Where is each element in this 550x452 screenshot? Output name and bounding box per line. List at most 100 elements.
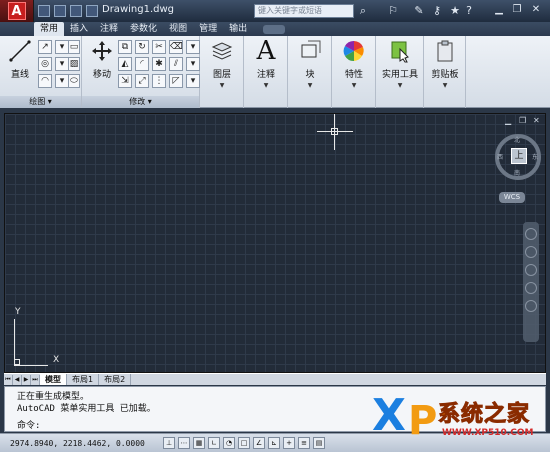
explode-icon[interactable]: ✱ bbox=[152, 57, 166, 71]
modify-more-icon[interactable]: ▾ bbox=[186, 40, 200, 54]
tab-manage[interactable]: 管理 bbox=[193, 22, 223, 36]
circle-icon[interactable]: ◎ bbox=[38, 57, 52, 71]
block-dropdown-icon[interactable]: ▼ bbox=[290, 82, 330, 89]
tab-layout2[interactable]: 布局2 bbox=[99, 374, 132, 385]
open-file-icon[interactable] bbox=[54, 5, 66, 17]
steering-wheel-icon[interactable] bbox=[525, 228, 537, 240]
trim-icon[interactable]: ✂ bbox=[152, 40, 166, 54]
binoculars-icon[interactable]: ⌕ bbox=[356, 4, 370, 18]
arc-icon[interactable]: ◠ bbox=[38, 74, 52, 88]
help-icon[interactable]: ? bbox=[462, 4, 476, 18]
block-button[interactable]: 块 ▼ bbox=[290, 38, 330, 89]
offset-icon[interactable]: ⫽ bbox=[169, 57, 183, 71]
infer-constraints-icon[interactable]: ⊥ bbox=[163, 437, 175, 449]
stretch-icon[interactable]: ⇲ bbox=[118, 74, 132, 88]
annotation-button[interactable]: A 注释 ▼ bbox=[246, 36, 286, 89]
restore-button[interactable]: ❐ bbox=[510, 3, 524, 17]
drawing-canvas[interactable]: ▁ ❐ ✕ 上 北 南 东 西 WCS Y X bbox=[4, 113, 546, 373]
search-input[interactable]: 键入关键字或短语 bbox=[254, 4, 354, 18]
compass-north[interactable]: 北 bbox=[514, 135, 520, 144]
utilities-button[interactable]: 实用工具 ▼ bbox=[380, 38, 420, 89]
object-snap-tracking-icon[interactable]: ∠ bbox=[253, 437, 265, 449]
tab-parametric[interactable]: 参数化 bbox=[124, 22, 163, 36]
copy-icon[interactable]: ⧉ bbox=[118, 40, 132, 54]
object-snap-icon[interactable]: □ bbox=[238, 437, 250, 449]
zoom-icon[interactable] bbox=[525, 264, 537, 276]
ellipse-icon[interactable]: ⬭ bbox=[68, 74, 80, 88]
viewcube[interactable]: 上 北 南 东 西 bbox=[495, 134, 541, 180]
save-icon[interactable] bbox=[70, 5, 82, 17]
quick-properties-icon[interactable]: ▤ bbox=[313, 437, 325, 449]
arc-dropdown-icon[interactable]: ▾ bbox=[55, 74, 69, 88]
polyline-icon[interactable]: ↗ bbox=[38, 40, 52, 54]
tab-output[interactable]: 输出 bbox=[223, 22, 253, 36]
wcs-menu[interactable]: WCS bbox=[499, 192, 525, 203]
orbit-icon[interactable] bbox=[525, 282, 537, 294]
favorites-star-icon[interactable]: ★ bbox=[448, 4, 462, 18]
layers-dropdown-icon[interactable]: ▼ bbox=[202, 82, 242, 89]
chamfer-icon[interactable]: ◸ bbox=[169, 74, 183, 88]
tab-insert[interactable]: 插入 bbox=[64, 22, 94, 36]
minimize-button[interactable]: ▁ bbox=[492, 3, 506, 17]
utilities-dropdown-icon[interactable]: ▼ bbox=[380, 82, 420, 89]
array-icon[interactable]: ⋮ bbox=[152, 74, 166, 88]
key-icon[interactable]: ⚷ bbox=[430, 4, 444, 18]
modify-panel-title[interactable]: 修改 ▾ bbox=[82, 96, 199, 108]
tab-annotate[interactable]: 注释 bbox=[94, 22, 124, 36]
fillet-icon[interactable]: ◜ bbox=[135, 57, 149, 71]
polyline-dropdown-icon[interactable]: ▾ bbox=[55, 40, 69, 54]
line-button[interactable]: 直线 bbox=[0, 38, 40, 80]
last-layout-arrow-icon[interactable]: ⏭ bbox=[31, 374, 40, 385]
rotate-icon[interactable]: ↻ bbox=[135, 40, 149, 54]
clipboard-dropdown-icon[interactable]: ▼ bbox=[425, 82, 465, 89]
next-layout-arrow-icon[interactable]: ▶ bbox=[22, 374, 31, 385]
move-button[interactable]: 移动 bbox=[82, 38, 122, 80]
dynamic-ucs-icon[interactable]: ⊾ bbox=[268, 437, 280, 449]
dynamic-input-icon[interactable]: + bbox=[283, 437, 295, 449]
coordinate-readout[interactable]: 2974.8940, 2218.4462, 0.0000 bbox=[0, 439, 160, 448]
ribbon-minimize-toggle[interactable] bbox=[263, 25, 286, 34]
viewport-close-icon[interactable]: ✕ bbox=[533, 116, 540, 125]
scale-icon[interactable]: ⤢ bbox=[135, 74, 149, 88]
showmotion-icon[interactable] bbox=[525, 300, 537, 312]
offset-dropdown-icon[interactable]: ▾ bbox=[186, 57, 200, 71]
tab-model[interactable]: 模型 bbox=[40, 374, 67, 385]
pan-hand-icon[interactable] bbox=[525, 246, 537, 258]
undo-icon[interactable] bbox=[86, 5, 98, 17]
communication-center-icon[interactable]: ⚐ bbox=[386, 4, 400, 18]
first-layout-arrow-icon[interactable]: ⏮ bbox=[4, 374, 13, 385]
rectangle-icon[interactable]: ▭ bbox=[68, 40, 80, 54]
viewport-restore-icon[interactable]: ❐ bbox=[519, 116, 526, 125]
tab-view[interactable]: 视图 bbox=[163, 22, 193, 36]
tab-layout1[interactable]: 布局1 bbox=[67, 374, 100, 385]
properties-dropdown-icon[interactable]: ▼ bbox=[334, 82, 374, 89]
application-menu-button[interactable]: A bbox=[0, 0, 34, 22]
command-prompt[interactable]: 命令: bbox=[17, 418, 40, 431]
ortho-mode-icon[interactable]: ∟ bbox=[208, 437, 220, 449]
mirror-icon[interactable]: ◭ bbox=[118, 57, 132, 71]
compass-east[interactable]: 东 bbox=[532, 152, 538, 161]
clipboard-button[interactable]: 剪贴板 ▼ bbox=[425, 38, 465, 89]
chamfer-dropdown-icon[interactable]: ▾ bbox=[186, 74, 200, 88]
polar-tracking-icon[interactable]: ◔ bbox=[223, 437, 235, 449]
properties-button[interactable]: 特性 ▼ bbox=[334, 38, 374, 89]
lineweight-icon[interactable]: ≡ bbox=[298, 437, 310, 449]
viewport-minimize-icon[interactable]: ▁ bbox=[505, 116, 511, 125]
layout-tab-bar: ⏮ ◀ ▶ ⏭ 模型 布局1 布局2 bbox=[4, 373, 546, 385]
wrench-icon[interactable]: ✎ bbox=[412, 4, 426, 18]
prev-layout-arrow-icon[interactable]: ◀ bbox=[13, 374, 22, 385]
viewcube-top-face[interactable]: 上 bbox=[511, 148, 527, 164]
new-file-icon[interactable] bbox=[38, 5, 50, 17]
compass-south[interactable]: 南 bbox=[514, 168, 520, 177]
erase-icon[interactable]: ⌫ bbox=[169, 40, 183, 54]
draw-panel-title[interactable]: 绘图 ▾ bbox=[0, 96, 81, 108]
hatch-icon[interactable]: ▨ bbox=[68, 57, 80, 71]
tab-home[interactable]: 常用 bbox=[34, 22, 65, 36]
close-button[interactable]: ✕ bbox=[529, 3, 543, 17]
compass-west[interactable]: 西 bbox=[497, 152, 503, 161]
grid-display-icon[interactable]: ▦ bbox=[193, 437, 205, 449]
annotation-dropdown-icon[interactable]: ▼ bbox=[246, 82, 286, 89]
snap-mode-icon[interactable]: ⋯ bbox=[178, 437, 190, 449]
layers-button[interactable]: 图层 ▼ bbox=[202, 38, 242, 89]
circle-dropdown-icon[interactable]: ▾ bbox=[55, 57, 69, 71]
